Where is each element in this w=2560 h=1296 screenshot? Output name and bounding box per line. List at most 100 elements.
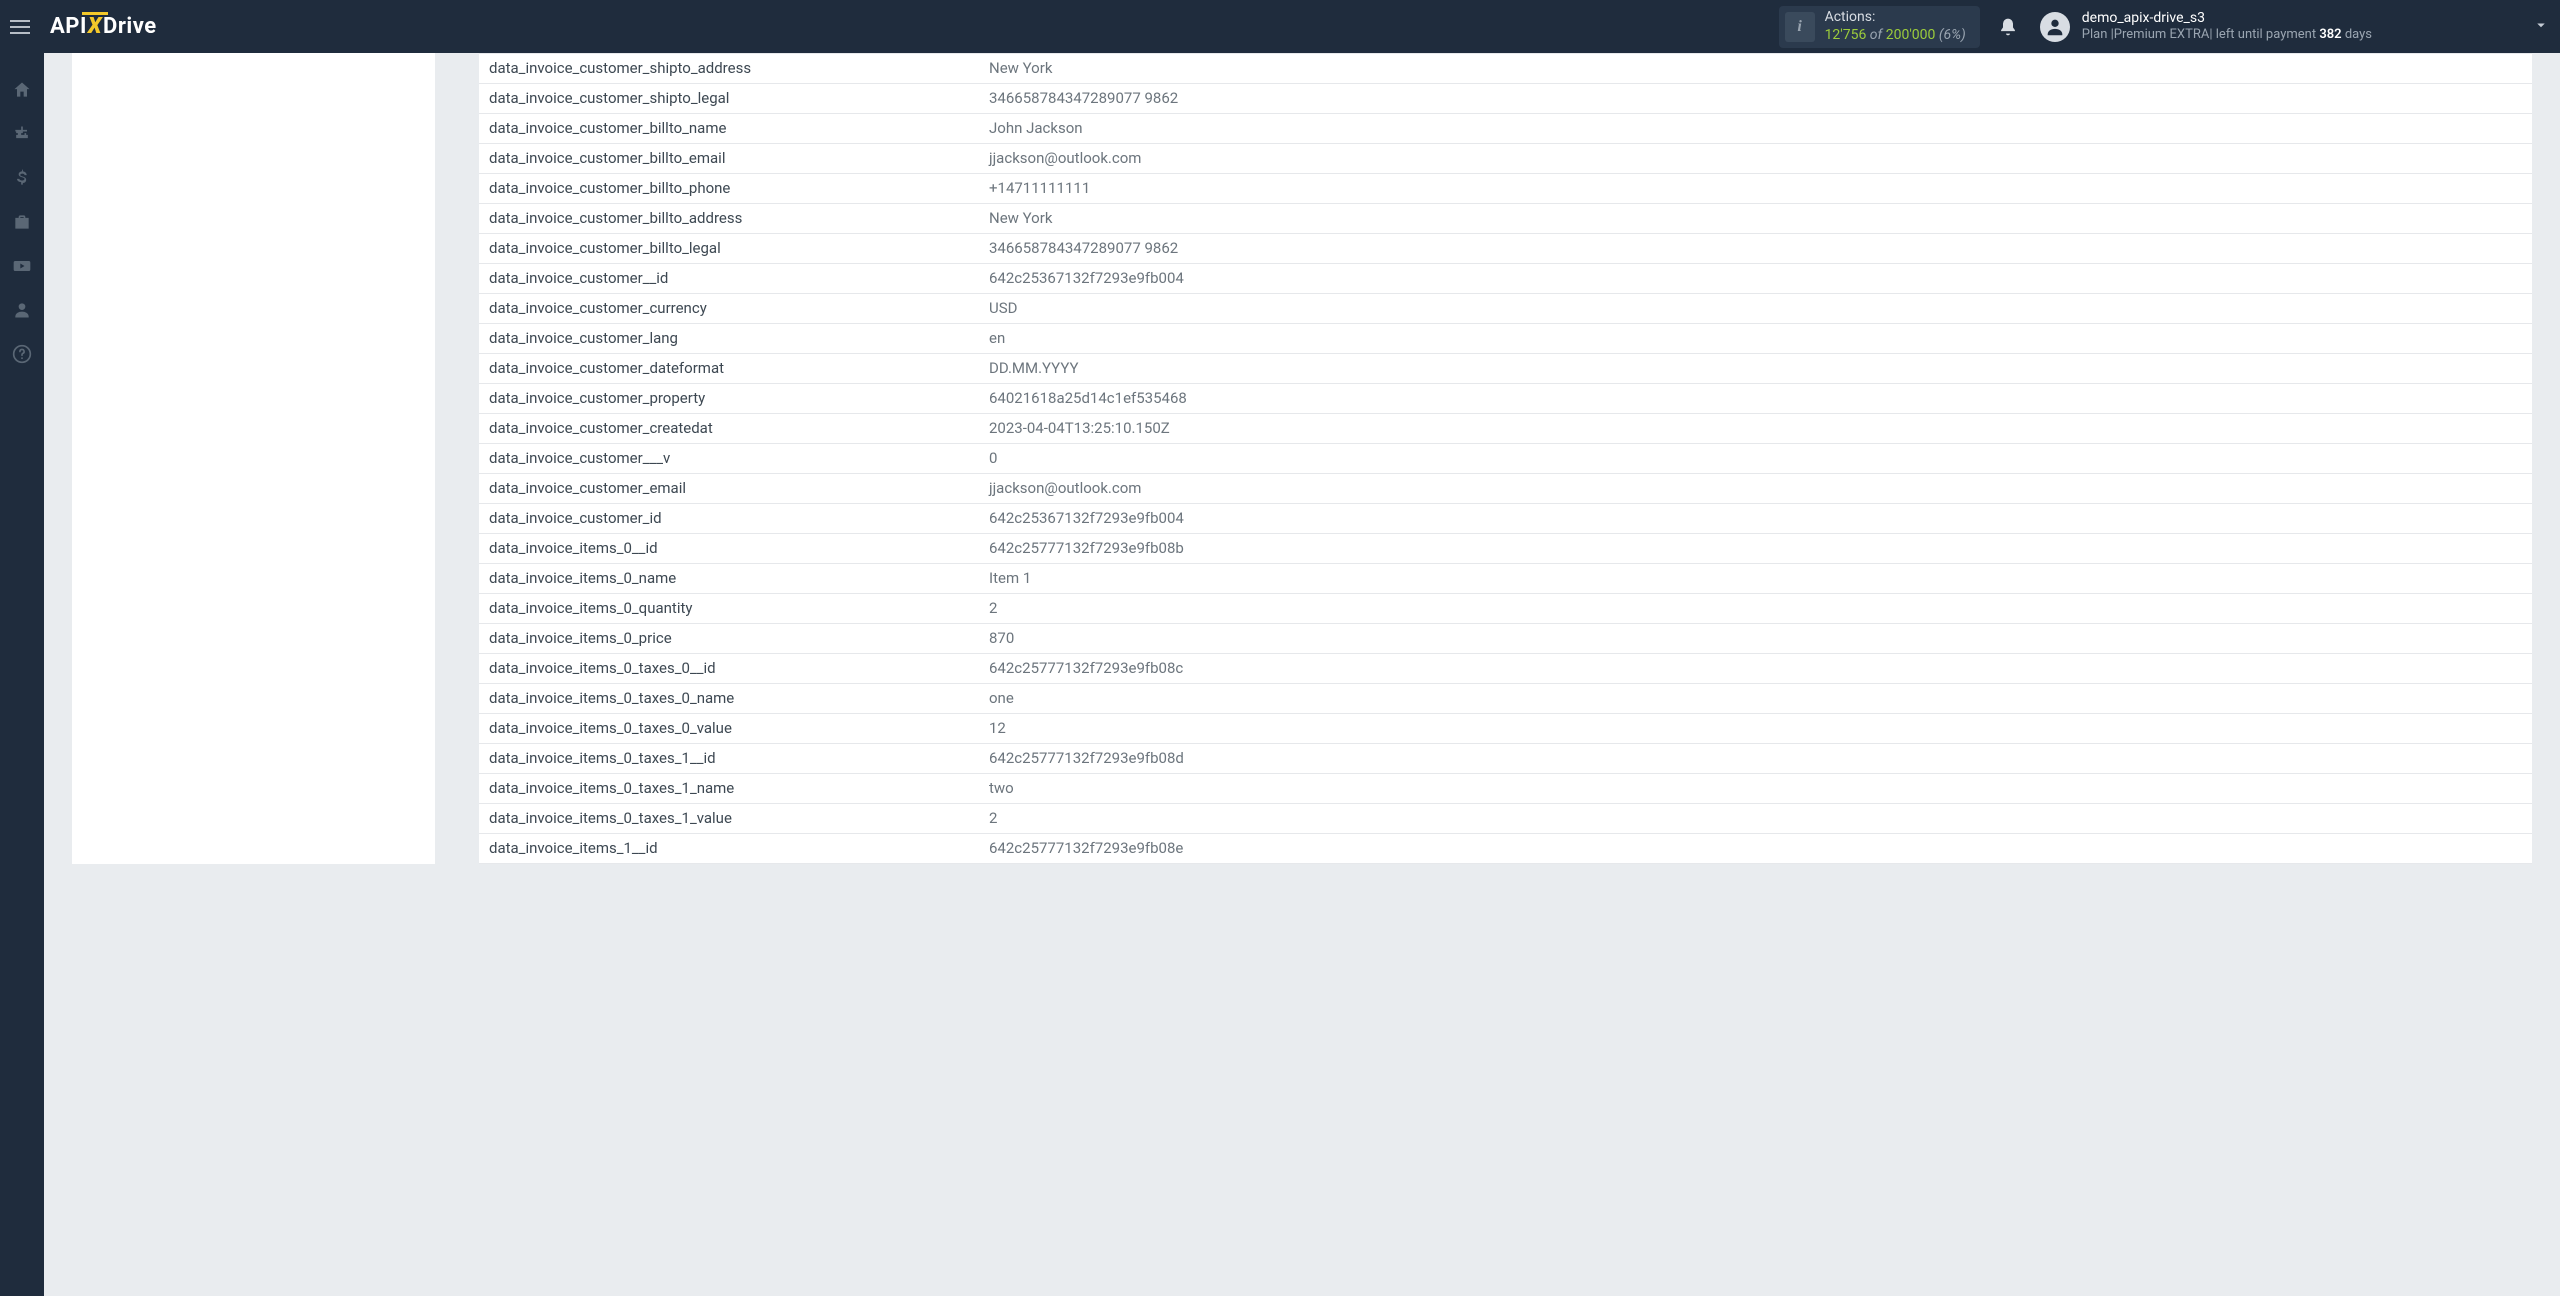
table-row: data_invoice_items_0_nameItem 1 [479,564,2532,594]
table-row: data_invoice_items_0_taxes_0__id642c2577… [479,654,2532,684]
logo-api: API [50,14,87,39]
data-key: data_invoice_customer_lang [489,328,989,349]
data-key: data_invoice_items_0_taxes_0__id [489,658,989,679]
data-key: data_invoice_items_0_taxes_1_name [489,778,989,799]
sidebar [0,53,44,1296]
table-row: data_invoice_items_0_taxes_1_value2 [479,804,2532,834]
data-key: data_invoice_customer_id [489,508,989,529]
table-row: data_invoice_customer_currencyUSD [479,294,2532,324]
chevron-down-icon [2532,16,2550,38]
table-row: data_invoice_customer_billto_phone+14711… [479,174,2532,204]
data-value: 642c25777132f7293e9fb08c [989,658,2522,679]
data-value: Item 1 [989,568,2522,589]
data-key: data_invoice_items_0_taxes_0_value [489,718,989,739]
table-row: data_invoice_customer_billto_nameJohn Ja… [479,114,2532,144]
data-key: data_invoice_customer_createdat [489,418,989,439]
help-icon[interactable] [11,343,33,365]
data-key: data_invoice_customer_dateformat [489,358,989,379]
user-menu[interactable]: demo_apix-drive_s3 Plan |Premium EXTRA| … [2040,10,2550,44]
logo-x: X [88,14,102,39]
data-key: data_invoice_customer___v [489,448,989,469]
data-value: one [989,688,2522,709]
table-row: data_invoice_customer_shipto_legal346658… [479,84,2532,114]
table-row: data_invoice_customer_property64021618a2… [479,384,2532,414]
data-key: data_invoice_items_0_taxes_1_value [489,808,989,829]
table-row: data_invoice_customer_langen [479,324,2532,354]
data-value: 2 [989,808,2522,829]
data-value: en [989,328,2522,349]
data-value: 2023-04-04T13:25:10.150Z [989,418,2522,439]
table-row: data_invoice_customer_emailjjackson@outl… [479,474,2532,504]
logo-drive: Drive [103,14,157,39]
data-key: data_invoice_items_1__id [489,838,989,859]
info-icon: i [1785,12,1815,42]
table-row: data_invoice_items_0_taxes_0_nameone [479,684,2532,714]
dollar-icon[interactable] [11,167,33,189]
plan-line: Plan |Premium EXTRA| left until payment … [2082,27,2372,43]
data-value: 346658784347289077 9862 [989,238,2522,259]
table-row: data_invoice_customer___v0 [479,444,2532,474]
notifications-icon[interactable] [1998,17,2018,37]
user-icon[interactable] [11,299,33,321]
data-key: data_invoice_items_0_name [489,568,989,589]
data-key: data_invoice_items_0_quantity [489,598,989,619]
data-key: data_invoice_customer_property [489,388,989,409]
data-value: 642c25777132f7293e9fb08d [989,748,2522,769]
data-key: data_invoice_customer__id [489,268,989,289]
username: demo_apix-drive_s3 [2082,10,2372,28]
data-key: data_invoice_customer_billto_name [489,118,989,139]
logo[interactable]: APIXDrive [50,14,157,39]
data-value: USD [989,298,2522,319]
table-row: data_invoice_items_0_quantity2 [479,594,2532,624]
actions-of: of [1866,27,1885,43]
data-table: data_invoice_customer_shipto_addressNew … [479,53,2532,864]
data-key: data_invoice_items_0_taxes_0_name [489,688,989,709]
table-row: data_invoice_items_0__id642c25777132f729… [479,534,2532,564]
table-row: data_invoice_items_1__id642c25777132f729… [479,834,2532,864]
actions-text: Actions: 12'756 of 200'000 (6%) [1825,9,1966,44]
table-row: data_invoice_customer_createdat2023-04-0… [479,414,2532,444]
table-row: data_invoice_customer_billto_emailjjacks… [479,144,2532,174]
data-key: data_invoice_customer_billto_address [489,208,989,229]
table-row: data_invoice_items_0_taxes_0_value12 [479,714,2532,744]
data-value: two [989,778,2522,799]
data-key: data_invoice_items_0__id [489,538,989,559]
table-row: data_invoice_customer_id642c25367132f729… [479,504,2532,534]
data-key: data_invoice_items_0_price [489,628,989,649]
table-row: data_invoice_customer_shipto_addressNew … [479,53,2532,84]
table-row: data_invoice_items_0_taxes_1__id642c2577… [479,744,2532,774]
left-panel [72,53,435,864]
right-panel: data_invoice_customer_shipto_addressNew … [479,53,2532,864]
data-value: +14711111111 [989,178,2522,199]
table-row: data_invoice_customer_billto_addressNew … [479,204,2532,234]
data-key: data_invoice_items_0_taxes_1__id [489,748,989,769]
avatar-icon [2040,12,2070,42]
table-row: data_invoice_items_0_taxes_1_nametwo [479,774,2532,804]
data-key: data_invoice_customer_billto_email [489,148,989,169]
youtube-icon[interactable] [11,255,33,277]
data-key: data_invoice_customer_billto_phone [489,178,989,199]
sitemap-icon[interactable] [11,123,33,145]
data-value: 870 [989,628,2522,649]
actions-total: 200'000 [1886,27,1936,43]
data-value: 642c25367132f7293e9fb004 [989,268,2522,289]
actions-box[interactable]: i Actions: 12'756 of 200'000 (6%) [1779,6,1980,48]
data-value: 642c25367132f7293e9fb004 [989,508,2522,529]
data-value: 12 [989,718,2522,739]
data-value: DD.MM.YYYY [989,358,2522,379]
menu-toggle-button[interactable] [10,13,38,41]
data-value: New York [989,58,2522,79]
actions-pct: (6%) [1935,27,1965,43]
home-icon[interactable] [11,79,33,101]
data-value: 64021618a25d14c1ef535468 [989,388,2522,409]
briefcase-icon[interactable] [11,211,33,233]
user-text: demo_apix-drive_s3 Plan |Premium EXTRA| … [2082,10,2372,44]
data-key: data_invoice_customer_shipto_address [489,58,989,79]
data-value: 642c25777132f7293e9fb08b [989,538,2522,559]
table-row: data_invoice_customer__id642c25367132f72… [479,264,2532,294]
table-row: data_invoice_customer_billto_legal346658… [479,234,2532,264]
data-value: jjackson@outlook.com [989,478,2522,499]
topbar: APIXDrive i Actions: 12'756 of 200'000 (… [0,0,2560,53]
actions-count: 12'756 [1825,27,1867,43]
data-value: jjackson@outlook.com [989,148,2522,169]
